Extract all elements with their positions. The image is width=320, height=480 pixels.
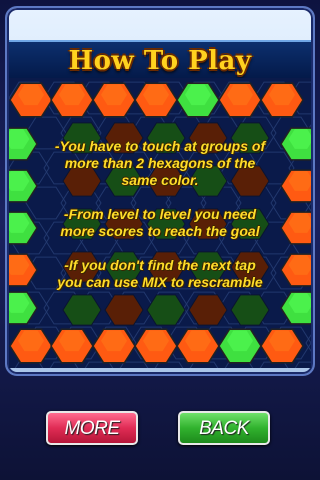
- board-hex: [92, 328, 136, 364]
- instruction-line: more scores to reach the goal: [60, 223, 260, 239]
- instruction-line: -You have to touch at groups of: [54, 138, 266, 154]
- board-hex: [134, 328, 178, 364]
- board-hex: [134, 82, 178, 118]
- instruction-3: -If you don't find the next tap you can …: [45, 257, 275, 291]
- board-hex: [176, 328, 220, 364]
- instruction-2: -From level to level you need more score…: [45, 206, 275, 240]
- board-hex: [280, 291, 311, 325]
- instruction-line: -If you don't find the next tap: [64, 257, 256, 273]
- board-hex: [9, 211, 38, 245]
- board-hex: [280, 169, 311, 203]
- instructions: -You have to touch at groups of more tha…: [45, 138, 275, 308]
- instruction-line: more than 2 hexagons of the: [64, 155, 256, 171]
- board-hex: [9, 328, 53, 364]
- title-bar: How To Play: [9, 40, 311, 78]
- board-hex: [218, 328, 262, 364]
- board-hex: [9, 127, 38, 161]
- board-hex: [9, 82, 53, 118]
- page-title: How To Play: [68, 46, 252, 76]
- board-hex: [9, 169, 38, 203]
- back-button[interactable]: BACK: [178, 411, 270, 445]
- board-hex: [92, 82, 136, 118]
- instruction-line: -From level to level you need: [63, 206, 257, 222]
- game-board: -You have to touch at groups of more tha…: [9, 78, 311, 368]
- instruction-line: you can use MIX to rescramble: [57, 274, 263, 290]
- instruction-1: -You have to touch at groups of more tha…: [45, 138, 275, 189]
- board-hex: [280, 253, 311, 287]
- board-hex: [9, 253, 38, 287]
- board-hex: [260, 82, 304, 118]
- grid-hex: [305, 334, 311, 352]
- board-hex: [9, 291, 38, 325]
- board-hex: [280, 211, 311, 245]
- more-button[interactable]: MORE: [46, 411, 138, 445]
- instruction-line: same color.: [121, 172, 199, 188]
- board-hex: [50, 82, 94, 118]
